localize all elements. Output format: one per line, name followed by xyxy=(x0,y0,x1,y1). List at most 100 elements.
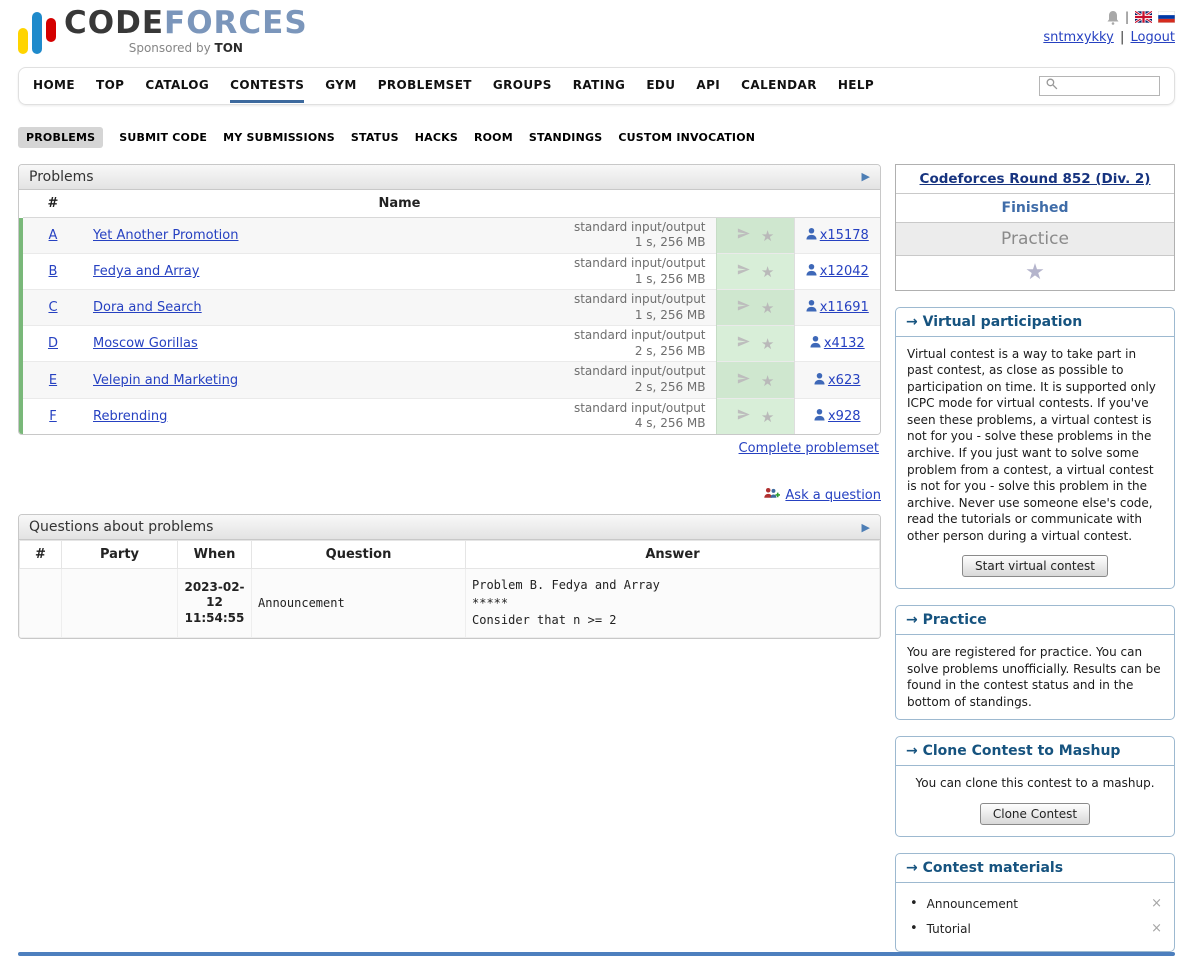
tab-status[interactable]: STATUS xyxy=(351,131,399,144)
tab-custom-invocation[interactable]: CUSTOM INVOCATION xyxy=(618,131,755,144)
tab-room[interactable]: ROOM xyxy=(474,131,513,144)
logout-link[interactable]: Logout xyxy=(1130,30,1175,45)
problem-index-link[interactable]: E xyxy=(49,373,57,388)
contest-title-link[interactable]: Codeforces Round 852 (Div. 2) xyxy=(920,171,1151,187)
nav-contests[interactable]: CONTESTS xyxy=(230,68,304,103)
clone-mashup-text: You can clone this contest to a mashup. xyxy=(896,766,1174,801)
favorite-star-icon[interactable]: ★ xyxy=(761,372,774,390)
questions-caption-bar: Questions about problems ▶ xyxy=(19,515,880,540)
nav-api[interactable]: API xyxy=(696,68,720,103)
solved-count: x4132 xyxy=(824,336,865,351)
problem-io: standard input/output xyxy=(574,220,706,236)
tab-submit-code[interactable]: SUBMIT CODE xyxy=(119,131,207,144)
tab-standings[interactable]: STANDINGS xyxy=(529,131,602,144)
nav-help[interactable]: HELP xyxy=(838,68,874,103)
main-nav: HOME TOP CATALOG CONTESTS GYM PROBLEMSET… xyxy=(18,67,1175,105)
submit-solution-icon[interactable] xyxy=(736,230,751,245)
codeforces-logo-link[interactable]: CODEFORCES xyxy=(64,5,308,41)
virtual-participation-caption: → Virtual participation xyxy=(896,308,1174,337)
table-row: F Rebrending standard input/output4 s, 2… xyxy=(21,398,880,434)
practice-text: You are registered for practice. You can… xyxy=(896,635,1174,719)
nav-catalog[interactable]: CATALOG xyxy=(145,68,209,103)
ask-question-icon xyxy=(763,486,780,505)
problem-limits: 1 s, 256 MB xyxy=(574,235,706,251)
problem-index-link[interactable]: F xyxy=(49,409,56,424)
solved-count-link[interactable]: x623 xyxy=(814,372,861,389)
favorite-contest-star-icon[interactable]: ★ xyxy=(1025,260,1045,285)
submit-solution-icon[interactable] xyxy=(736,375,751,390)
submit-solution-icon[interactable] xyxy=(736,302,751,317)
bullet-icon: • xyxy=(910,921,918,936)
expand-arrow-icon[interactable]: ▶ xyxy=(862,521,870,534)
notifications-bell-icon[interactable] xyxy=(1107,10,1119,25)
problem-index-link[interactable]: D xyxy=(48,336,58,351)
tab-problems[interactable]: PROBLEMS xyxy=(18,127,103,148)
question-party xyxy=(62,569,178,638)
expand-arrow-icon[interactable]: ▶ xyxy=(862,170,870,183)
tab-my-submissions[interactable]: MY SUBMISSIONS xyxy=(223,131,335,144)
submit-solution-icon[interactable] xyxy=(736,266,751,281)
problem-index-link[interactable]: C xyxy=(48,300,57,315)
favorite-star-icon[interactable]: ★ xyxy=(761,408,774,426)
material-announcement-link[interactable]: Announcement xyxy=(927,897,1151,911)
problem-index-link[interactable]: A xyxy=(49,228,58,243)
flag-en-icon[interactable] xyxy=(1135,11,1152,23)
question-num xyxy=(20,569,62,638)
nav-gym[interactable]: GYM xyxy=(325,68,356,103)
problem-name-link[interactable]: Yet Another Promotion xyxy=(93,228,238,243)
solved-count-link[interactable]: x12042 xyxy=(806,263,869,280)
close-icon[interactable]: × xyxy=(1151,921,1162,936)
list-item: • Announcement × xyxy=(910,891,1162,916)
search-input[interactable] xyxy=(1062,79,1154,93)
username-link[interactable]: sntmxykky xyxy=(1043,30,1113,45)
tab-hacks[interactable]: HACKS xyxy=(415,131,458,144)
favorite-star-icon[interactable]: ★ xyxy=(761,299,774,317)
table-row: C Dora and Search standard input/output1… xyxy=(21,290,880,326)
nav-groups[interactable]: GROUPS xyxy=(493,68,552,103)
table-row: E Velepin and Marketing standard input/o… xyxy=(21,362,880,398)
favorite-star-icon[interactable]: ★ xyxy=(761,335,774,353)
nav-edu[interactable]: EDU xyxy=(646,68,675,103)
solved-count-link[interactable]: x11691 xyxy=(806,299,869,316)
nav-home[interactable]: HOME xyxy=(33,68,75,103)
col-header-solved xyxy=(794,190,880,218)
problem-io: standard input/output xyxy=(574,328,706,344)
nav-problemset[interactable]: PROBLEMSET xyxy=(378,68,472,103)
col-header-party: Party xyxy=(62,541,178,569)
favorite-star-icon[interactable]: ★ xyxy=(761,227,774,245)
contest-phase-row: Finished xyxy=(896,194,1174,223)
ask-question-link[interactable]: Ask a question xyxy=(785,488,881,503)
sponsored-brand: TON xyxy=(215,41,243,55)
col-header-index: # xyxy=(21,190,83,218)
material-tutorial-link[interactable]: Tutorial xyxy=(927,922,1151,936)
user-area: | xyxy=(1043,8,1175,48)
list-item: • Tutorial × xyxy=(910,916,1162,941)
submit-solution-icon[interactable] xyxy=(736,411,751,426)
favorite-star-icon[interactable]: ★ xyxy=(761,263,774,281)
submit-solution-icon[interactable] xyxy=(736,338,751,353)
nav-rating[interactable]: RATING xyxy=(573,68,626,103)
problem-name-link[interactable]: Fedya and Array xyxy=(93,264,199,279)
problem-name-link[interactable]: Moscow Gorillas xyxy=(93,336,198,351)
logo-text-wrap: CODEFORCES Sponsored by TON xyxy=(64,8,308,55)
start-virtual-contest-button[interactable]: Start virtual contest xyxy=(962,555,1108,577)
complete-problemset-link[interactable]: Complete problemset xyxy=(739,441,879,456)
person-icon xyxy=(806,263,817,280)
complete-problemset-row: Complete problemset xyxy=(18,435,881,456)
problem-index-link[interactable]: B xyxy=(49,264,58,279)
problem-name-link[interactable]: Velepin and Marketing xyxy=(93,373,238,388)
problem-name-link[interactable]: Rebrending xyxy=(93,409,167,424)
solved-count-link[interactable]: x4132 xyxy=(810,335,865,352)
nav-calendar[interactable]: CALENDAR xyxy=(741,68,817,103)
col-header-name: Name xyxy=(83,190,716,218)
flag-ru-icon[interactable] xyxy=(1158,11,1175,23)
page: CODEFORCES Sponsored by TON | xyxy=(0,0,1193,962)
clone-contest-button[interactable]: Clone Contest xyxy=(980,803,1090,825)
problem-name-link[interactable]: Dora and Search xyxy=(93,300,202,315)
solved-count-link[interactable]: x15178 xyxy=(806,227,869,244)
nav-top[interactable]: TOP xyxy=(96,68,124,103)
practice-caption: → Practice xyxy=(896,606,1174,635)
solved-count-link[interactable]: x928 xyxy=(814,408,861,425)
close-icon[interactable]: × xyxy=(1151,896,1162,911)
question-text: Announcement xyxy=(252,569,466,638)
